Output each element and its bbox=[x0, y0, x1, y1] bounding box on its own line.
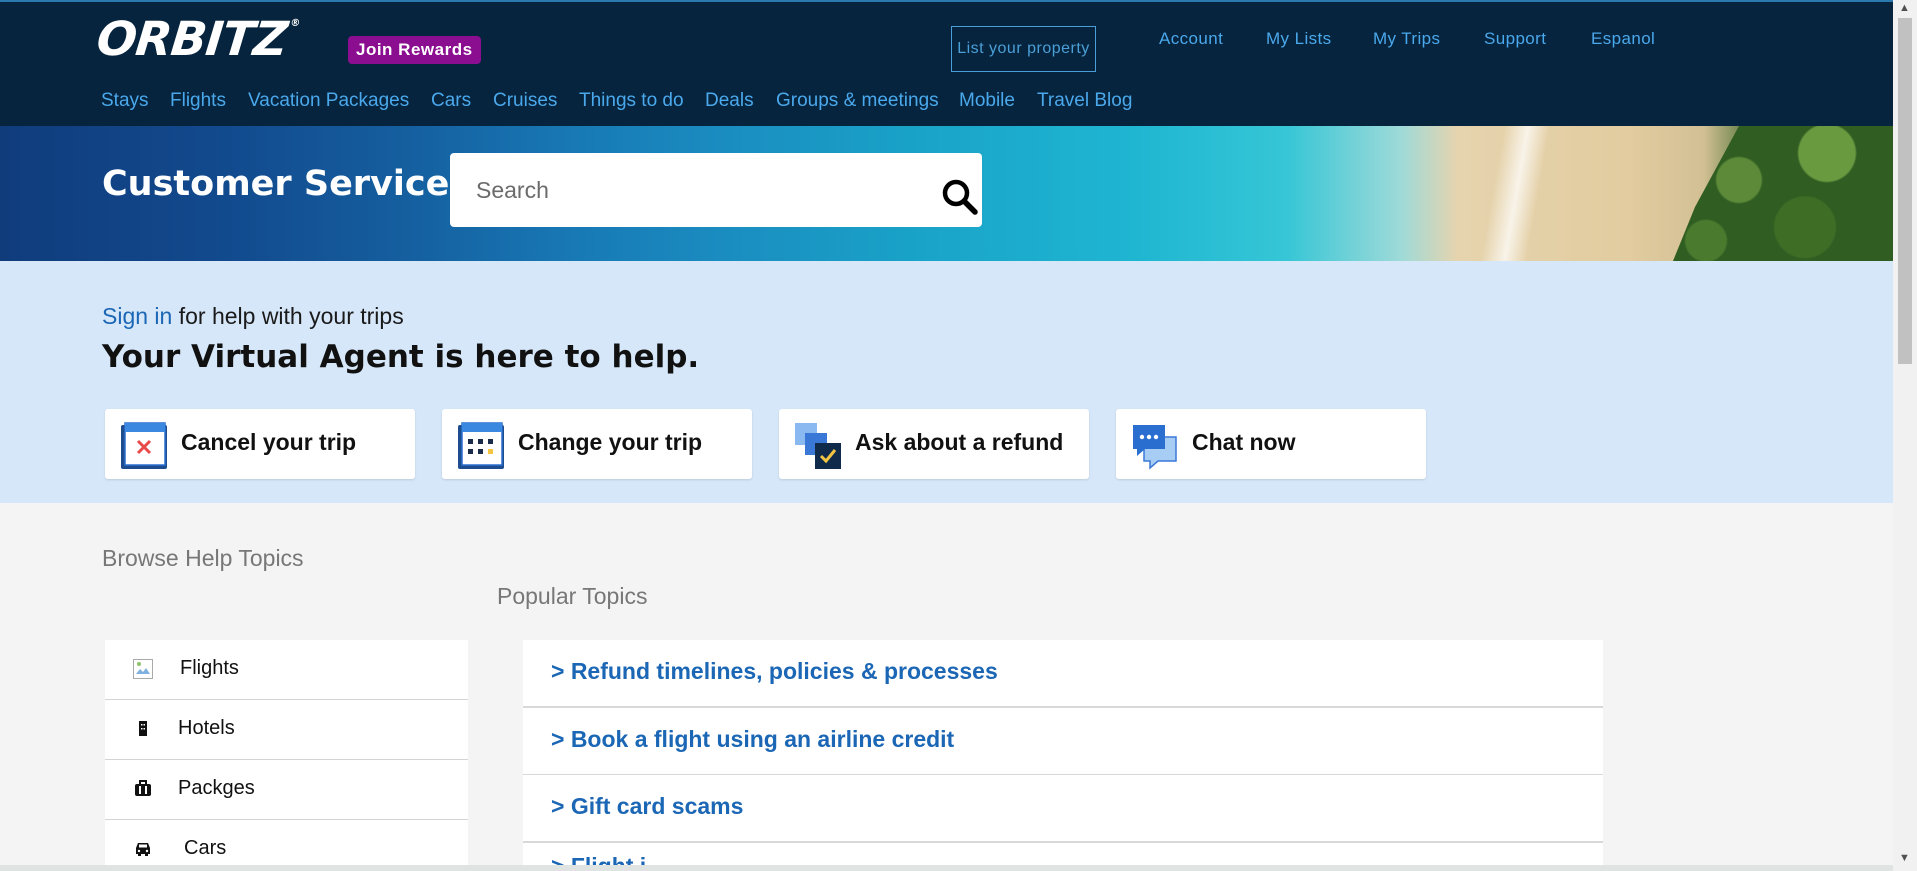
hotel-icon bbox=[139, 721, 147, 736]
search-box bbox=[450, 153, 982, 227]
broken-image-icon bbox=[133, 659, 153, 679]
scroll-down-arrow-icon[interactable]: ▼ bbox=[1899, 852, 1910, 864]
sign-in-link[interactable]: Sign in bbox=[102, 303, 172, 329]
category-flights[interactable]: Flights bbox=[105, 640, 468, 700]
change-trip-label: Change your trip bbox=[518, 429, 703, 455]
nav-flights[interactable]: Flights bbox=[170, 90, 226, 112]
chat-now-button[interactable]: Chat now bbox=[1116, 409, 1426, 479]
category-flights-label: Flights bbox=[180, 657, 239, 679]
search-input[interactable] bbox=[450, 153, 942, 227]
page-title: Customer Service bbox=[102, 164, 450, 204]
signin-text: for help with your trips bbox=[172, 303, 404, 329]
category-hotels-label: Hotels bbox=[178, 717, 235, 739]
support-link[interactable]: Support bbox=[1484, 29, 1546, 49]
nav-cruises[interactable]: Cruises bbox=[493, 90, 557, 112]
nav-mobile[interactable]: Mobile bbox=[959, 90, 1015, 112]
popular-topics-title: Popular Topics bbox=[497, 583, 648, 609]
category-packages[interactable]: Packges bbox=[105, 760, 468, 820]
refund-icon bbox=[795, 423, 841, 469]
nav-groups-meetings[interactable]: Groups & meetings bbox=[776, 90, 939, 112]
car-icon bbox=[136, 843, 150, 856]
topic-label: > Book a flight using an airline credit bbox=[551, 726, 955, 752]
virtual-agent-section: Sign in for help with your trips Your Vi… bbox=[0, 261, 1893, 503]
luggage-icon bbox=[135, 780, 151, 796]
scroll-up-arrow-icon[interactable]: ▲ bbox=[1899, 2, 1910, 14]
logo-text: ORBITZ bbox=[94, 11, 290, 67]
topic-label: > Refund timelines, policies & processes bbox=[551, 658, 998, 684]
nav-stays[interactable]: Stays bbox=[101, 90, 149, 112]
category-cars-label: Cars bbox=[184, 837, 227, 859]
topic-label: > Flight i... bbox=[551, 853, 665, 865]
ask-refund-button[interactable]: Ask about a refund bbox=[779, 409, 1089, 479]
nav-travel-blog[interactable]: Travel Blog bbox=[1037, 90, 1132, 112]
my-trips-link[interactable]: My Trips bbox=[1373, 29, 1440, 49]
hero-banner: Customer Service bbox=[0, 126, 1893, 261]
chat-now-label: Chat now bbox=[1192, 429, 1296, 455]
cancel-trip-button[interactable]: Cancel your trip bbox=[105, 409, 415, 479]
join-rewards-button[interactable]: Join Rewards bbox=[348, 36, 481, 64]
header: ORBITZ ® Join Rewards List your property … bbox=[0, 0, 1893, 128]
topic-gift-card-scams[interactable]: > Gift card scams bbox=[523, 775, 1603, 843]
browse-help-title: Browse Help Topics bbox=[102, 545, 304, 571]
beach-wave-decoration bbox=[1440, 126, 1600, 261]
topic-flight[interactable]: > Flight i... bbox=[523, 843, 1603, 865]
search-icon[interactable] bbox=[940, 177, 980, 217]
logo-registered: ® bbox=[289, 17, 300, 29]
category-cars[interactable]: Cars bbox=[105, 820, 468, 865]
topic-label: > Gift card scams bbox=[551, 793, 744, 819]
calendar-change-icon bbox=[458, 422, 504, 469]
nav-cars[interactable]: Cars bbox=[431, 90, 471, 112]
category-hotels[interactable]: Hotels bbox=[105, 700, 468, 760]
topic-refund-timelines[interactable]: > Refund timelines, policies & processes bbox=[523, 640, 1603, 708]
calendar-cancel-icon bbox=[121, 422, 167, 469]
scrollbar[interactable]: ▲ ▼ bbox=[1893, 0, 1917, 871]
topic-airline-credit[interactable]: > Book a flight using an airline credit bbox=[523, 708, 1603, 776]
nav-things-to-do[interactable]: Things to do bbox=[579, 90, 684, 112]
account-link[interactable]: Account bbox=[1159, 29, 1223, 49]
category-packages-label: Packges bbox=[178, 777, 255, 799]
signin-prompt: Sign in for help with your trips bbox=[102, 303, 404, 330]
scroll-thumb[interactable] bbox=[1898, 18, 1912, 364]
espanol-link[interactable]: Espanol bbox=[1591, 29, 1655, 49]
nav-deals[interactable]: Deals bbox=[705, 90, 754, 112]
ask-refund-label: Ask about a refund bbox=[855, 429, 1064, 455]
chat-icon bbox=[1133, 425, 1177, 470]
virtual-agent-title: Your Virtual Agent is here to help. bbox=[102, 339, 700, 375]
bottom-edge bbox=[0, 865, 1893, 871]
nav-vacation-packages[interactable]: Vacation Packages bbox=[248, 90, 409, 112]
orbitz-logo[interactable]: ORBITZ ® bbox=[94, 11, 300, 67]
cancel-trip-label: Cancel your trip bbox=[181, 429, 357, 455]
change-trip-button[interactable]: Change your trip bbox=[442, 409, 752, 479]
list-property-button[interactable]: List your property bbox=[951, 26, 1096, 72]
trees-decoration bbox=[1673, 126, 1893, 261]
my-lists-link[interactable]: My Lists bbox=[1266, 29, 1332, 49]
